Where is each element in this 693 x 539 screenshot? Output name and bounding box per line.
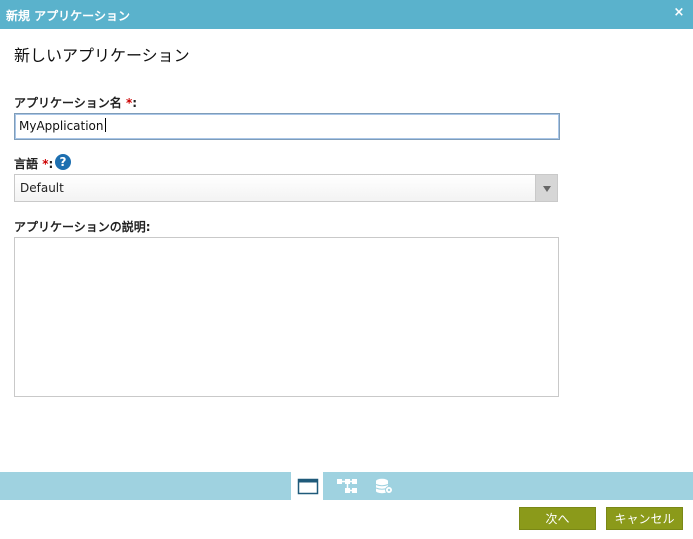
tab-workflow[interactable] bbox=[329, 472, 361, 500]
language-select[interactable]: Default bbox=[14, 174, 558, 202]
app-name-label: アプリケーション名 *: bbox=[14, 94, 137, 111]
next-button[interactable]: 次へ bbox=[519, 507, 596, 530]
tab-window[interactable] bbox=[291, 472, 323, 500]
window-icon bbox=[297, 478, 319, 495]
workflow-icon bbox=[337, 479, 357, 493]
text-cursor bbox=[104, 118, 106, 132]
database-icon bbox=[375, 478, 393, 494]
language-label-text: 言語 bbox=[14, 157, 39, 171]
tab-database[interactable] bbox=[367, 472, 399, 500]
description-textarea[interactable] bbox=[14, 237, 559, 397]
label-colon: : bbox=[48, 157, 54, 171]
app-name-label-text: アプリケーション名 bbox=[14, 96, 122, 110]
description-label: アプリケーションの説明: bbox=[14, 220, 151, 234]
language-label: 言語 *: bbox=[14, 155, 53, 172]
app-name-input[interactable]: MyApplication bbox=[14, 113, 560, 140]
bottom-tab-bar bbox=[0, 472, 693, 500]
dialog-title: 新規 アプリケーション bbox=[6, 9, 130, 23]
close-icon[interactable]: × bbox=[672, 6, 686, 20]
help-icon[interactable]: ? bbox=[55, 154, 71, 170]
label-colon: : bbox=[132, 96, 138, 110]
app-name-value: MyApplication bbox=[19, 119, 104, 133]
dropdown-arrow-icon[interactable] bbox=[535, 175, 557, 201]
language-selected-value: Default bbox=[20, 181, 64, 195]
dialog-titlebar: 新規 アプリケーション × bbox=[0, 0, 693, 29]
cancel-button[interactable]: キャンセル bbox=[606, 507, 683, 530]
page-title: 新しいアプリケーション bbox=[14, 46, 190, 65]
